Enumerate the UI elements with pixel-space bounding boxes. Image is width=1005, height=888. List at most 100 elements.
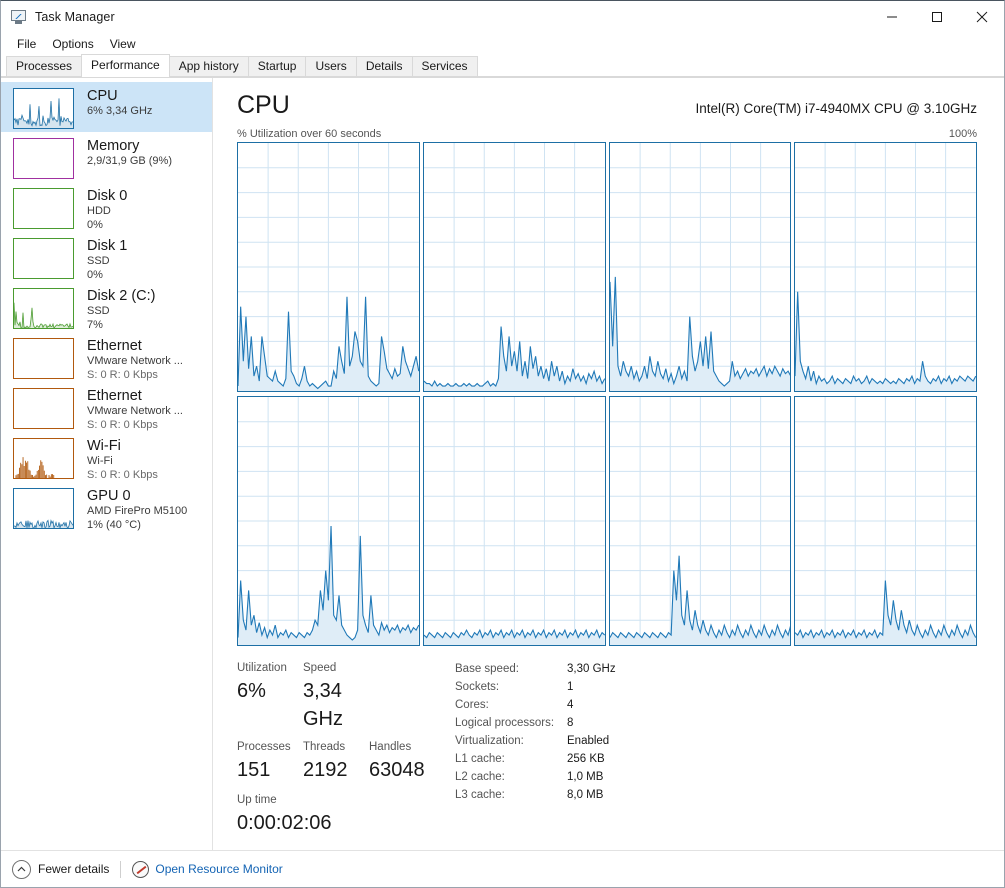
tab-performance[interactable]: Performance xyxy=(81,54,170,77)
footer-divider xyxy=(120,860,122,878)
sidebar-item-ethernet[interactable]: Ethernet VMware Network ... S: 0 R: 0 Kbps xyxy=(1,382,212,432)
cpu-graph-5[interactable] xyxy=(422,396,606,646)
handles-value: 63048 xyxy=(369,759,425,781)
cpu-graph-7[interactable] xyxy=(794,396,977,646)
cpu-detail-key: L2 cache: xyxy=(455,771,505,783)
tab-details[interactable]: Details xyxy=(355,56,413,77)
menu-file[interactable]: File xyxy=(9,35,44,53)
title-bar: Task Manager xyxy=(1,1,1004,33)
cpu-detail-row: L1 cache: 256 KB xyxy=(455,750,616,768)
sidebar-item-disk-1[interactable]: Disk 1 SSD 0% xyxy=(1,232,212,282)
tab-app-history[interactable]: App history xyxy=(168,56,249,77)
sidebar-item-label: Memory xyxy=(87,138,140,154)
cpu-graph-3[interactable] xyxy=(794,142,977,392)
cpu-panel: CPU Intel(R) Core(TM) i7-4940MX CPU @ 3.… xyxy=(213,78,1004,850)
sidebar-item-text: CPU 6% 3,34 GHz xyxy=(87,87,152,119)
cpu-detail-key: Virtualization: xyxy=(455,735,524,747)
cpu-detail-row: Virtualization: Enabled xyxy=(455,732,616,750)
sidebar-item-wi-fi[interactable]: Wi-Fi Wi-Fi S: 0 R: 0 Kbps xyxy=(1,432,212,482)
sidebar-item-ethernet[interactable]: Ethernet VMware Network ... S: 0 R: 0 Kbps xyxy=(1,332,212,382)
sidebar-item-text: Ethernet VMware Network ... S: 0 R: 0 Kbps xyxy=(87,387,183,432)
maximize-button[interactable] xyxy=(914,1,959,33)
sidebar-item-text: Ethernet VMware Network ... S: 0 R: 0 Kbps xyxy=(87,337,183,382)
sidebar-item-label: GPU 0 xyxy=(87,488,131,504)
sidebar-thumbnail-graph xyxy=(13,188,74,229)
stat-processes: Processes 151 xyxy=(237,739,303,784)
sidebar-thumbnail-graph xyxy=(13,388,74,429)
cpu-graph-0[interactable] xyxy=(237,142,420,392)
cpu-detail-value: 256 KB xyxy=(567,753,605,765)
sidebar-item-label: Disk 2 (C:) xyxy=(87,288,156,304)
window-controls xyxy=(869,1,1004,33)
cpu-detail-row: Sockets: 1 xyxy=(455,678,616,696)
tab-strip: Processes Performance App history Startu… xyxy=(1,54,1004,77)
sidebar-thumbnail-graph xyxy=(13,438,74,479)
tab-services[interactable]: Services xyxy=(411,56,478,77)
cpu-detail-key: L3 cache: xyxy=(455,789,505,801)
tab-startup[interactable]: Startup xyxy=(247,56,307,77)
cpu-detail-row: Cores: 4 xyxy=(455,696,616,714)
utilization-value: 6% xyxy=(237,680,266,702)
close-button[interactable] xyxy=(959,1,1004,33)
sidebar-item-text: Disk 0 HDD 0% xyxy=(87,187,127,232)
cpu-detail-value: 4 xyxy=(567,699,574,711)
cpu-model-label: Intel(R) Core(TM) i7-4940MX CPU @ 3.10GH… xyxy=(695,101,977,116)
threads-label: Threads xyxy=(303,741,346,753)
sidebar-item-disk-0[interactable]: Disk 0 HDD 0% xyxy=(1,182,212,232)
tab-users[interactable]: Users xyxy=(305,56,357,77)
sidebar-item-detail-2: 1% (40 °C) xyxy=(87,518,141,531)
cpu-graph-2[interactable] xyxy=(608,142,792,392)
sidebar-item-detail-2: 0% xyxy=(87,218,103,231)
panel-header: CPU Intel(R) Core(TM) i7-4940MX CPU @ 3.… xyxy=(237,90,977,120)
sidebar-thumbnail-graph xyxy=(13,488,74,529)
sidebar-item-memory[interactable]: Memory 2,9/31,9 GB (9%) xyxy=(1,132,212,182)
sidebar-item-cpu[interactable]: CPU 6% 3,34 GHz xyxy=(1,82,212,132)
cpu-detail-row: L3 cache: 8,0 MB xyxy=(455,786,616,804)
stat-utilization: Utilization 6% xyxy=(237,660,303,733)
sidebar-item-detail-1: SSD xyxy=(87,255,110,267)
cpu-graph-4[interactable] xyxy=(237,396,420,646)
sidebar-item-detail-1: VMware Network ... xyxy=(87,405,183,417)
tab-processes[interactable]: Processes xyxy=(6,56,83,77)
fewer-details-button[interactable]: Fewer details xyxy=(12,859,110,879)
utilization-label: Utilization xyxy=(237,662,287,674)
threads-value: 2192 xyxy=(303,759,348,781)
open-resource-monitor-link[interactable]: Open Resource Monitor xyxy=(155,862,282,876)
window-title: Task Manager xyxy=(35,10,115,24)
sidebar-item-detail-1: VMware Network ... xyxy=(87,355,183,367)
stat-speed: Speed 3,34 GHz xyxy=(303,660,383,733)
cpu-graph-6[interactable] xyxy=(608,396,792,646)
sidebar-item-detail-2: S: 0 R: 0 Kbps xyxy=(87,418,158,431)
cpu-detail-value: Enabled xyxy=(567,735,610,747)
cpu-detail-value: 1 xyxy=(567,681,574,693)
uptime-label: Up time xyxy=(237,794,277,806)
graph-axis-labels: % Utilization over 60 seconds 100% xyxy=(237,128,977,140)
sidebar-item-label: Wi-Fi xyxy=(87,438,121,454)
sidebar-item-disk-2-c[interactable]: Disk 2 (C:) SSD 7% xyxy=(1,282,212,332)
cpu-detail-key: L1 cache: xyxy=(455,753,505,765)
chevron-up-icon xyxy=(12,859,31,879)
menu-view[interactable]: View xyxy=(102,35,144,53)
menu-options[interactable]: Options xyxy=(44,35,101,53)
cpu-detail-value: 1,0 MB xyxy=(567,771,604,783)
sidebar-item-text: Wi-Fi Wi-Fi S: 0 R: 0 Kbps xyxy=(87,437,158,482)
graph-max-label: 100% xyxy=(948,128,977,140)
sidebar-item-detail-2: 0% xyxy=(87,268,103,281)
processes-label: Processes xyxy=(237,741,291,753)
cpu-detail-key: Sockets: xyxy=(455,681,500,693)
logical-processor-graphs[interactable] xyxy=(237,142,977,646)
processes-value: 151 xyxy=(237,759,271,781)
cpu-details-list: Base speed: 3,30 GHz Sockets: 1 Cores: 4 Logic… xyxy=(455,660,616,837)
sidebar-thumbnail-graph xyxy=(13,288,74,329)
sidebar-item-gpu-0[interactable]: GPU 0 AMD FirePro M5100 1% (40 °C) xyxy=(1,482,212,532)
sidebar-item-detail-1: 2,9/31,9 GB (9%) xyxy=(87,155,172,167)
cpu-detail-row: Base speed: 3,30 GHz xyxy=(455,660,616,678)
minimize-button[interactable] xyxy=(869,1,914,33)
cpu-graph-1[interactable] xyxy=(422,142,606,392)
stat-handles: Handles 63048 xyxy=(369,739,435,784)
sidebar-item-detail-1: AMD FirePro M5100 xyxy=(87,505,188,517)
resource-sidebar[interactable]: CPU 6% 3,34 GHz Memory 2,9/31,9 GB (9%) Disk… xyxy=(1,78,213,850)
sidebar-item-label: Ethernet xyxy=(87,338,142,354)
sidebar-item-detail-1: Wi-Fi xyxy=(87,455,113,467)
fewer-details-label: Fewer details xyxy=(38,862,110,876)
